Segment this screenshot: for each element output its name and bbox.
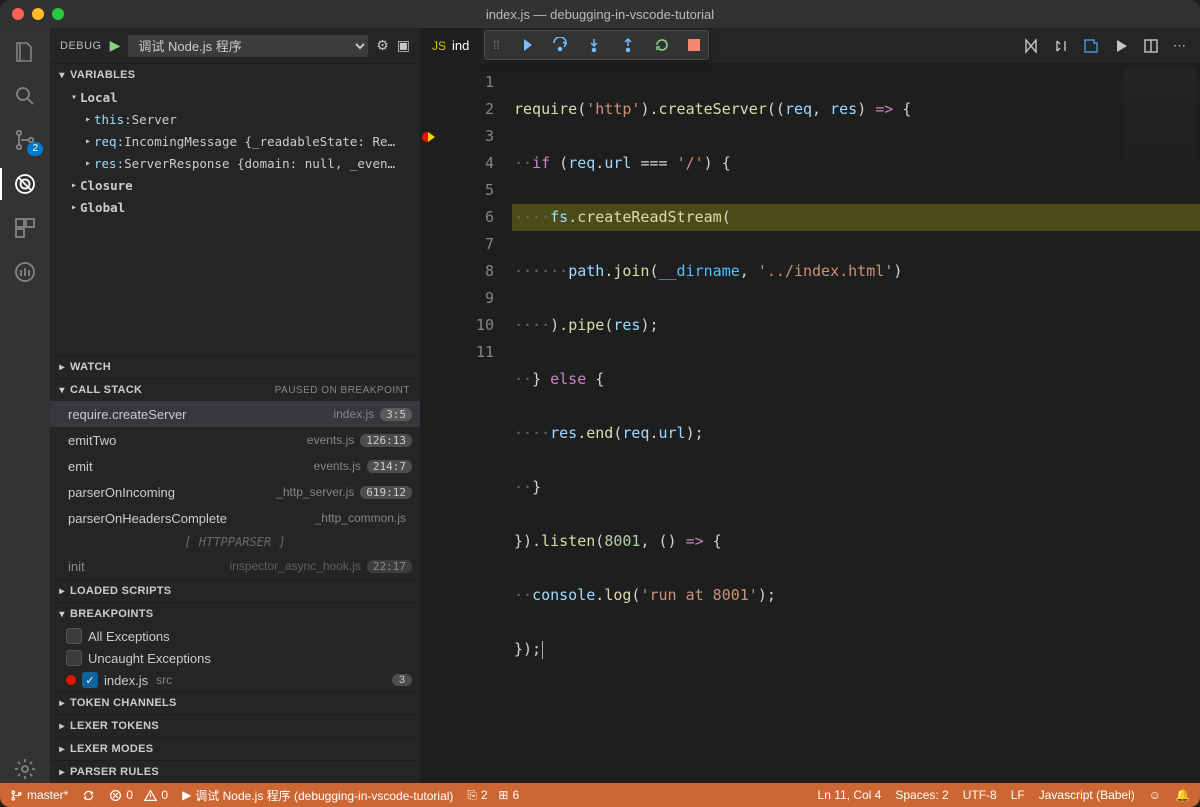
line-gutter: 1234567891011 [440, 69, 512, 783]
debug-label: DEBUG [60, 40, 102, 52]
source-control-icon[interactable]: 2 [11, 126, 39, 154]
debug-icon[interactable] [11, 170, 39, 198]
code-lines[interactable]: require('http').createServer((req, res) … [512, 69, 1200, 783]
title-bar: index.js — debugging-in-vscode-tutorial [0, 0, 1200, 28]
tab-bar: JSind ⁞⁞ ⋯ [420, 28, 1200, 63]
step-into-button[interactable] [586, 37, 602, 53]
callstack-header[interactable]: ▾CALL STACKPAUSED ON BREAKPOINT [50, 379, 420, 401]
stack-frame[interactable]: emitTwoevents.js126:13 [50, 427, 420, 453]
stop-button[interactable] [688, 39, 700, 51]
feedback-icon[interactable]: ☺ [1149, 788, 1161, 802]
run-icon[interactable] [1113, 38, 1129, 54]
debug-header: DEBUG ▶ 调试 Node.js 程序 ⚙ ▣ [50, 28, 420, 63]
lexermodes-header[interactable]: ▸LEXER MODES [50, 738, 420, 760]
minimap[interactable] [1124, 69, 1196, 189]
scm-badge: 2 [27, 142, 43, 156]
stack-frame[interactable]: require.createServerindex.js3:5 [50, 401, 420, 427]
scope-closure[interactable]: ▸Closure [50, 174, 420, 196]
stack-frame[interactable]: parserOnIncoming_http_server.js619:12 [50, 479, 420, 505]
code-area[interactable]: 1234567891011 require('http').createServ… [420, 63, 1200, 783]
checkbox-icon[interactable]: ✓ [82, 672, 98, 688]
breakpoint-dot-icon [66, 675, 76, 685]
bp-file[interactable]: ✓index.jssrc3 [50, 669, 420, 691]
status-bar: master* 0 0 ▶ 调试 Node.js 程序 (debugging-i… [0, 783, 1200, 807]
activity-bar: 2 [0, 28, 50, 783]
cursor-position[interactable]: Ln 11, Col 4 [818, 788, 882, 802]
continue-button[interactable] [518, 37, 534, 53]
text-cursor [542, 641, 543, 659]
diff-icon[interactable] [1053, 38, 1069, 54]
variables-header[interactable]: ▾VARIABLES [50, 64, 420, 86]
sync-status[interactable] [82, 789, 95, 802]
extensions-icon[interactable] [11, 214, 39, 242]
indent-status[interactable]: Spaces: 2 [895, 788, 948, 802]
bell-icon[interactable]: 🔔 [1175, 788, 1190, 802]
git-branch[interactable]: master* [10, 788, 68, 802]
more-icon[interactable]: ⋯ [1173, 38, 1186, 54]
settings-icon[interactable] [11, 755, 39, 783]
tab-indexjs[interactable]: JSind [420, 28, 481, 63]
step-out-button[interactable] [620, 37, 636, 53]
problems-status[interactable]: 0 0 [109, 788, 168, 802]
editor: JSind ⁞⁞ ⋯ [420, 28, 1200, 783]
debug-sidebar: DEBUG ▶ 调试 Node.js 程序 ⚙ ▣ ▾VARIABLES ▾Lo… [50, 28, 420, 783]
stack-frame[interactable]: parserOnHeadersComplete_http_common.js [50, 505, 420, 531]
debug-toolbar[interactable]: ⁞⁞ [484, 30, 709, 60]
js-file-icon: JS [432, 39, 446, 53]
var-this[interactable]: ▸this: Server [50, 108, 420, 130]
checkbox-icon[interactable] [66, 628, 82, 644]
variables-section: ▾VARIABLES ▾Local ▸this: Server ▸req: In… [50, 63, 420, 218]
open-changes-icon[interactable] [1083, 38, 1099, 54]
debug-launch-status[interactable]: ▶ 调试 Node.js 程序 (debugging-in-vscode-tut… [182, 787, 453, 804]
start-debug-button[interactable]: ▶ [110, 37, 121, 54]
debug-console-icon[interactable]: ▣ [397, 37, 410, 54]
language-status[interactable]: Javascript (Babel) [1039, 788, 1135, 802]
checkbox-icon[interactable] [66, 650, 82, 666]
bp-uncaught[interactable]: Uncaught Exceptions [50, 647, 420, 669]
bp-all-exceptions[interactable]: All Exceptions [50, 625, 420, 647]
watch-header[interactable]: ▸WATCH [50, 356, 420, 378]
scope-global[interactable]: ▸Global [50, 196, 420, 218]
lexertokens-header[interactable]: ▸LEXER TOKENS [50, 715, 420, 737]
loadedscripts-header[interactable]: ▸LOADED SCRIPTS [50, 580, 420, 602]
tokenchannels-header[interactable]: ▸TOKEN CHANNELS [50, 692, 420, 714]
scope-local[interactable]: ▾Local [50, 86, 420, 108]
var-req[interactable]: ▸req: IncomingMessage {_readableState: R… [50, 130, 420, 152]
split-editor-icon[interactable] [1143, 38, 1159, 54]
window-title: index.js — debugging-in-vscode-tutorial [0, 7, 1200, 22]
stack-separator: [ HTTPPARSER ] [50, 531, 420, 553]
parserrules-header[interactable]: ▸PARSER RULES [50, 761, 420, 783]
var-res[interactable]: ▸res: ServerResponse {domain: null, _eve… [50, 152, 420, 174]
breakpoints-header[interactable]: ▾BREAKPOINTS [50, 603, 420, 625]
debug-config-select[interactable]: 调试 Node.js 程序 [128, 35, 368, 57]
encoding-status[interactable]: UTF-8 [963, 788, 997, 802]
antlr-icon[interactable] [11, 258, 39, 286]
compare-icon[interactable] [1023, 38, 1039, 54]
debug-settings-icon[interactable]: ⚙ [376, 37, 389, 54]
explorer-icon[interactable] [11, 38, 39, 66]
slides-status[interactable]: ⎘2 ⊞6 [467, 788, 519, 803]
step-over-button[interactable] [552, 37, 568, 53]
search-icon[interactable] [11, 82, 39, 110]
restart-button[interactable] [654, 37, 670, 53]
stack-frame[interactable]: initinspector_async_hook.js22:17 [50, 553, 420, 579]
eol-status[interactable]: LF [1011, 788, 1025, 802]
drag-grip-icon[interactable]: ⁞⁞ [493, 38, 500, 52]
stack-frame[interactable]: emitevents.js214:7 [50, 453, 420, 479]
